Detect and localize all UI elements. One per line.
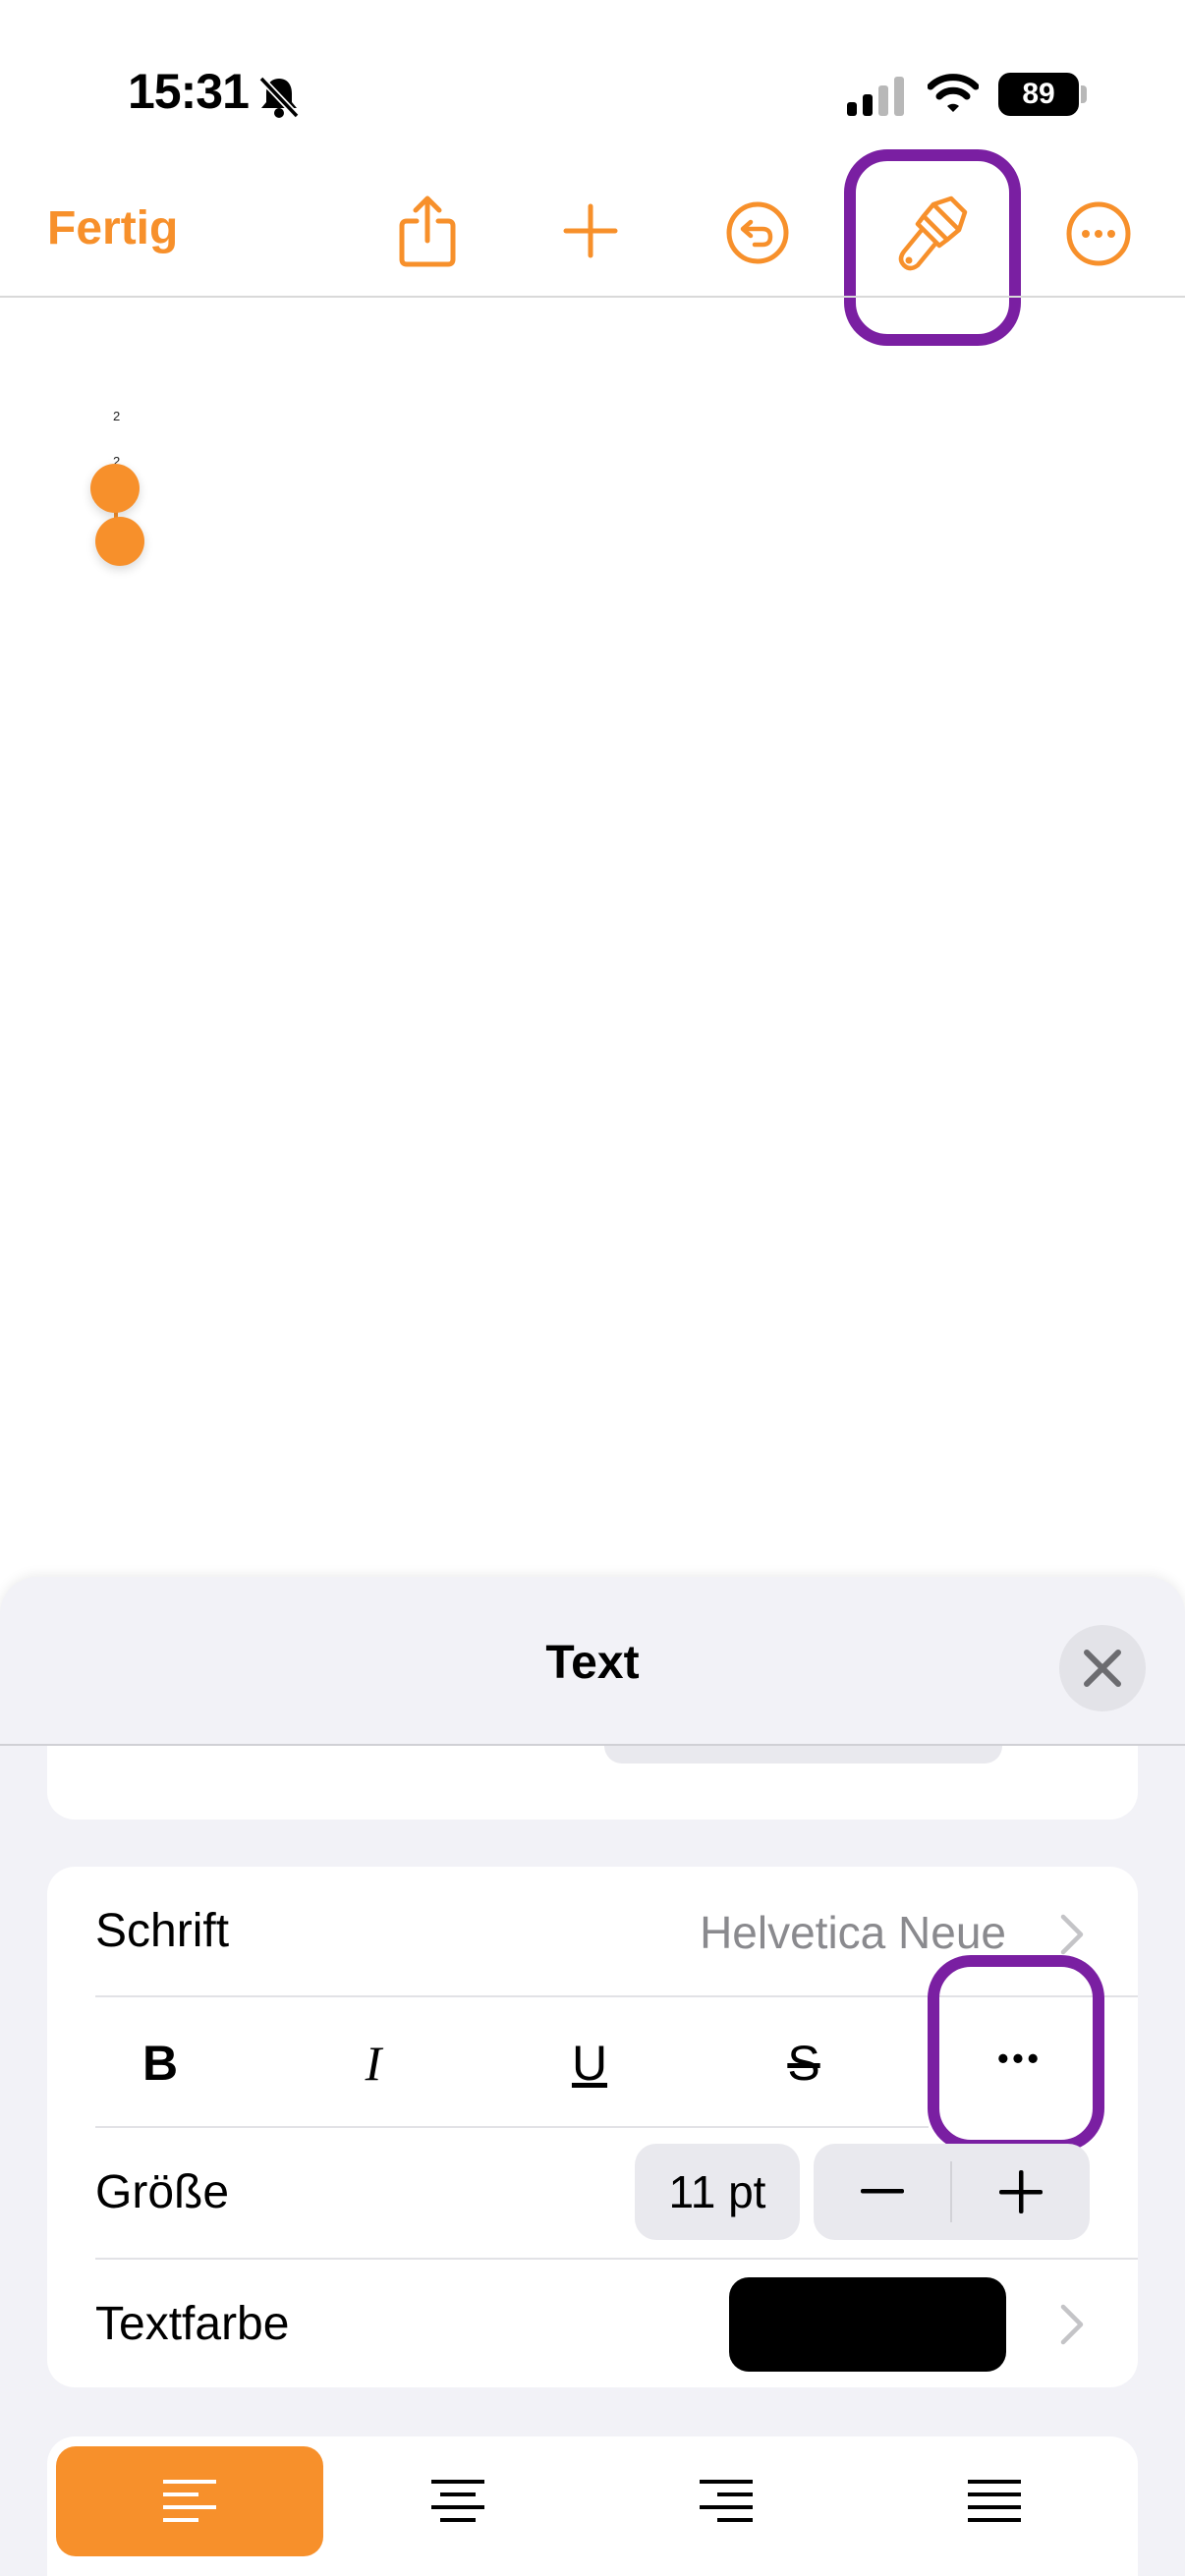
decrease-size-button[interactable] <box>814 2144 951 2240</box>
undo-icon <box>726 201 789 264</box>
highlight-more-styles <box>928 1955 1104 2152</box>
size-label: Größe <box>95 2166 230 2218</box>
underline-button[interactable]: U <box>540 2019 639 2107</box>
add-icon <box>563 203 618 258</box>
align-right-button[interactable] <box>592 2446 860 2556</box>
increase-size-button[interactable] <box>952 2144 1090 2240</box>
panel-title: Text <box>545 1637 640 1689</box>
wifi-icon <box>927 73 980 119</box>
more-button[interactable] <box>1061 196 1136 271</box>
plus-icon <box>999 2170 1043 2213</box>
align-left-button[interactable] <box>56 2446 323 2556</box>
row-divider <box>95 2126 929 2128</box>
selection-handle-end[interactable] <box>95 517 144 566</box>
battery-indicator: 89 <box>998 73 1079 116</box>
add-button[interactable] <box>556 196 625 265</box>
done-button[interactable]: Fertig <box>47 201 178 255</box>
toolbar-divider <box>0 296 1185 298</box>
signal-icon <box>847 77 908 121</box>
align-justify-button[interactable] <box>861 2446 1128 2556</box>
bold-button[interactable]: B <box>111 2019 209 2107</box>
more-icon <box>1066 201 1131 266</box>
font-value: Helvetica Neue <box>700 1907 1006 1958</box>
share-icon <box>399 196 456 267</box>
page-number-label: 2 <box>113 409 121 423</box>
size-value-field[interactable]: 11 pt <box>635 2144 800 2240</box>
share-button[interactable] <box>388 187 467 275</box>
close-icon <box>1084 1650 1121 1687</box>
align-left-icon <box>163 2480 216 2522</box>
format-button[interactable] <box>889 192 974 276</box>
paintbrush-icon <box>898 196 968 271</box>
bell-slash-icon <box>257 75 301 125</box>
strikethrough-button[interactable]: S <box>755 2019 853 2107</box>
chevron-right-icon <box>1059 2303 1085 2351</box>
font-label: Schrift <box>95 1905 230 1957</box>
close-panel-button[interactable] <box>1059 1625 1146 1711</box>
status-time: 15:31 <box>128 64 250 119</box>
paragraph-style-button-partial[interactable] <box>604 1746 1002 1764</box>
undo-button[interactable] <box>721 196 794 269</box>
align-right-icon <box>700 2480 753 2522</box>
chevron-right-icon <box>1059 1913 1085 1961</box>
align-center-icon <box>431 2480 484 2522</box>
minus-icon <box>861 2189 904 2194</box>
align-justify-icon <box>968 2480 1021 2522</box>
selection-handle-start[interactable] <box>90 464 140 513</box>
align-center-button[interactable] <box>324 2446 592 2556</box>
text-color-swatch[interactable] <box>729 2277 1006 2372</box>
text-color-label: Textfarbe <box>95 2298 290 2350</box>
battery-tip <box>1081 85 1087 103</box>
italic-button[interactable]: I <box>324 2019 423 2107</box>
